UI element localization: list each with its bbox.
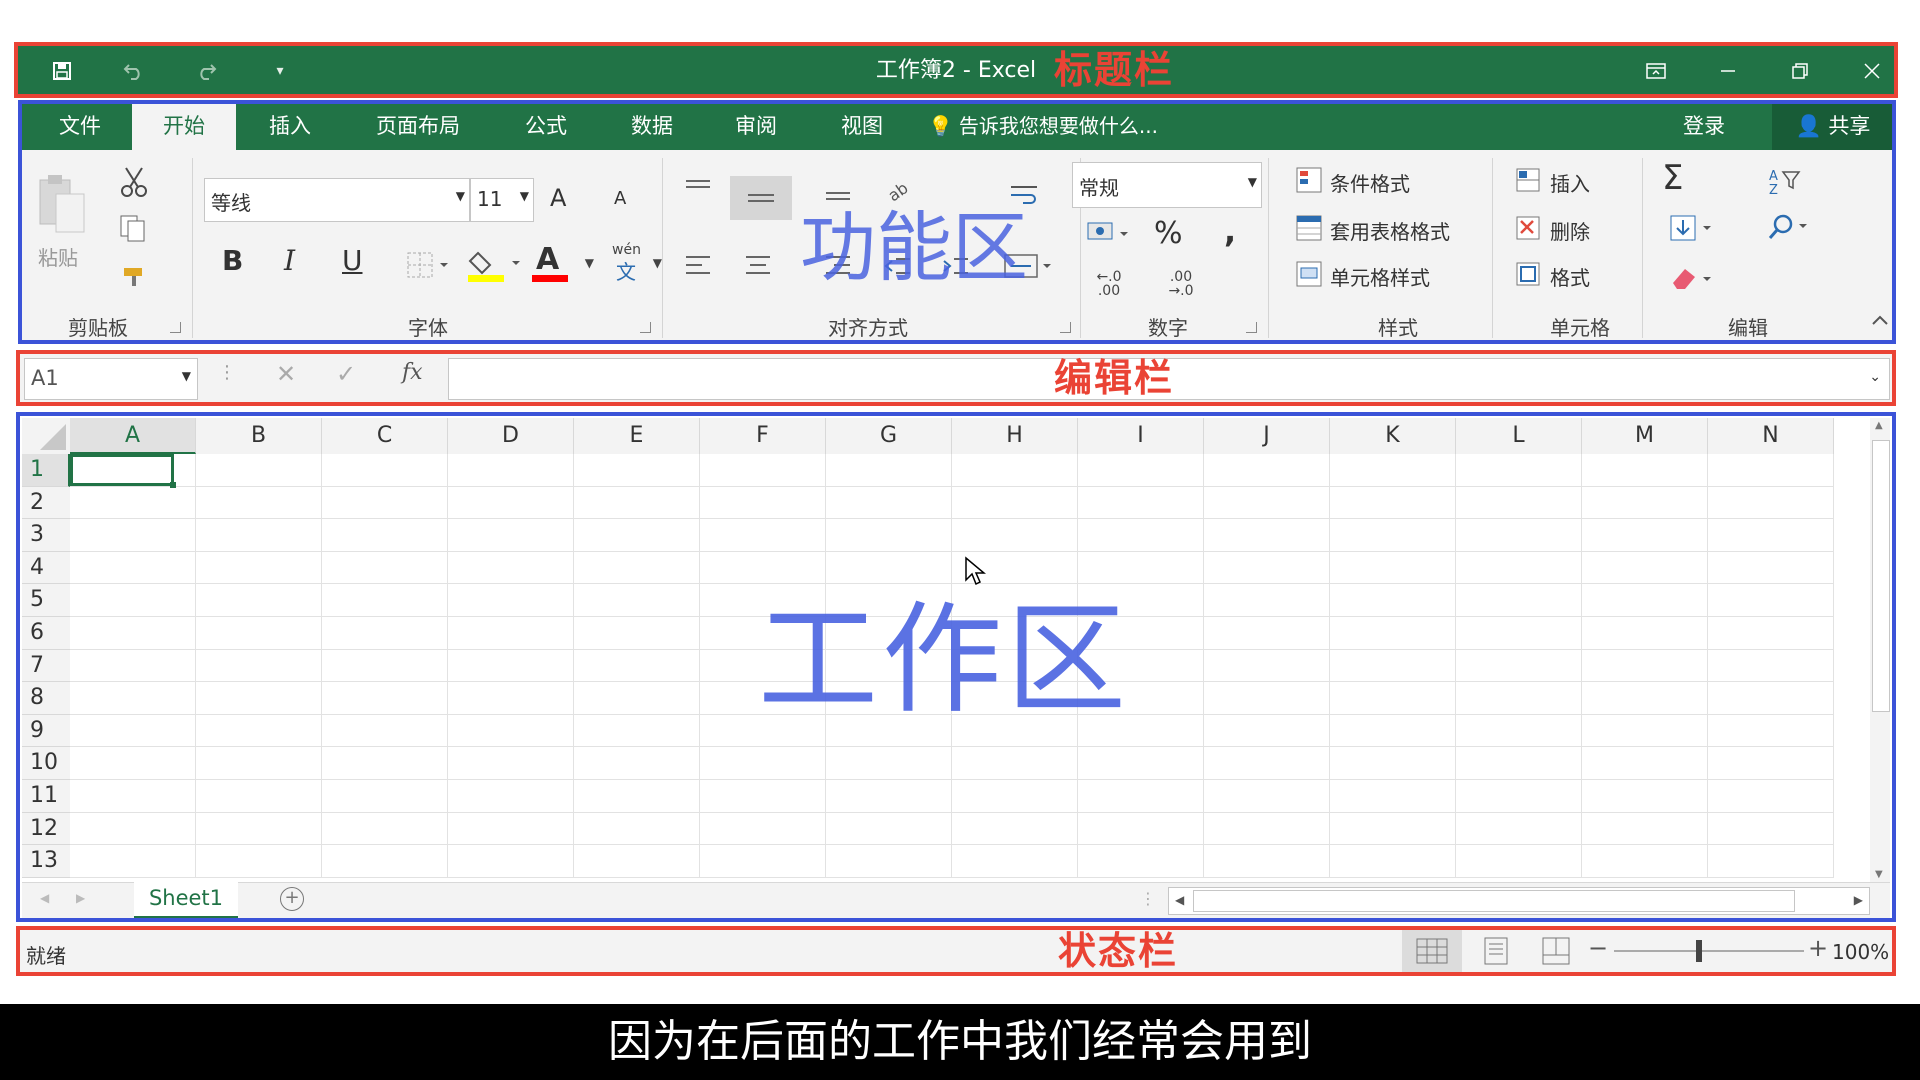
workspace-highlight-box (16, 412, 1896, 922)
ribbon-annotation: 功能区 (800, 203, 1028, 292)
status-bar-highlight-box (16, 926, 1896, 976)
formula-bar-annotation: 编辑栏 (1054, 356, 1175, 400)
title-bar-annotation: 标题栏 (1054, 48, 1175, 92)
formula-bar-highlight-box (16, 350, 1896, 406)
title-bar-highlight-box (14, 42, 1898, 98)
video-subtitle: 因为在后面的工作中我们经常会用到 (0, 1004, 1920, 1080)
status-bar-annotation: 状态栏 (1058, 929, 1179, 973)
